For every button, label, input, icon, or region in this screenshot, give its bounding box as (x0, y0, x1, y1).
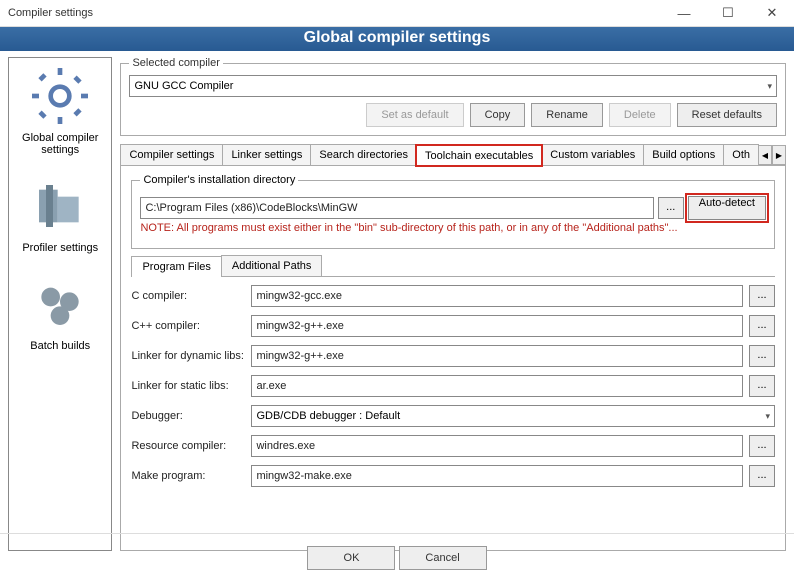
subtab-additional-paths[interactable]: Additional Paths (221, 255, 323, 276)
browse-button[interactable]: ... (658, 197, 684, 219)
tabs-scroll-right[interactable]: ▶ (772, 145, 786, 165)
program-input[interactable] (251, 285, 743, 307)
set-default-button: Set as default (366, 103, 463, 127)
selected-compiler-legend: Selected compiler (129, 57, 222, 69)
program-input[interactable] (251, 435, 743, 457)
browse-button[interactable]: ... (749, 315, 775, 337)
sub-tabs: Program Files Additional Paths (131, 255, 775, 277)
dialog-footer: OK Cancel (0, 533, 794, 582)
auto-detect-button[interactable]: Auto-detect (688, 196, 766, 220)
tab-toolchain-executables[interactable]: Toolchain executables (416, 145, 542, 166)
install-dir-input[interactable] (140, 197, 653, 219)
program-input[interactable] (251, 465, 743, 487)
toolchain-panel: Compiler's installation directory ... Au… (120, 166, 786, 551)
selected-compiler-group: Selected compiler GNU GCC Compiler ▾ Set… (120, 57, 786, 136)
browse-button[interactable]: ... (749, 285, 775, 307)
gear-icon (28, 64, 92, 128)
program-input[interactable] (251, 345, 743, 367)
tab-other[interactable]: Oth (723, 144, 759, 165)
program-input[interactable] (251, 375, 743, 397)
chevron-down-icon: ▾ (765, 411, 770, 422)
form-label: Debugger: (131, 410, 245, 422)
browse-button[interactable]: ... (749, 345, 775, 367)
tabs-scroll-left[interactable]: ◀ (758, 145, 772, 165)
tab-build-options[interactable]: Build options (643, 144, 724, 165)
program-files-form: C compiler:...C++ compiler:...Linker for… (131, 277, 775, 487)
titlebar: Compiler settings — ☐ ✕ (0, 0, 794, 27)
ok-button[interactable]: OK (307, 546, 395, 570)
chevron-down-icon: ▾ (767, 81, 772, 92)
tab-custom-variables[interactable]: Custom variables (541, 144, 644, 165)
form-row: Make program:... (131, 465, 775, 487)
close-button[interactable]: ✕ (750, 0, 794, 26)
rename-button[interactable]: Rename (531, 103, 603, 127)
delete-button: Delete (609, 103, 671, 127)
profiler-icon (28, 174, 92, 238)
form-label: C compiler: (131, 290, 245, 302)
browse-button[interactable]: ... (749, 375, 775, 397)
main-tabs: Compiler settings Linker settings Search… (120, 144, 786, 166)
form-label: Make program: (131, 470, 245, 482)
sidebar-item-label: Batch builds (28, 340, 92, 352)
form-row: Linker for static libs:... (131, 375, 775, 397)
window-controls: — ☐ ✕ (662, 0, 794, 26)
install-dir-legend: Compiler's installation directory (140, 174, 298, 186)
browse-button[interactable]: ... (749, 435, 775, 457)
subtab-program-files[interactable]: Program Files (131, 256, 221, 277)
sidebar-item-global-compiler[interactable]: Global compiler settings (11, 64, 109, 156)
install-dir-group: Compiler's installation directory ... Au… (131, 174, 775, 249)
form-label: Resource compiler: (131, 440, 245, 452)
debugger-select[interactable]: GDB/CDB debugger : Default ▾ (251, 405, 775, 427)
copy-button[interactable]: Copy (470, 103, 526, 127)
tab-compiler-settings[interactable]: Compiler settings (120, 144, 223, 165)
sidebar-item-label: Global compiler settings (11, 132, 109, 156)
sidebar-item-label: Profiler settings (22, 242, 98, 254)
sidebar-item-batch[interactable]: Batch builds (28, 272, 92, 352)
minimize-button[interactable]: — (662, 0, 706, 26)
form-row: Linker for dynamic libs:... (131, 345, 775, 367)
form-label: Linker for static libs: (131, 380, 245, 392)
form-row: C compiler:... (131, 285, 775, 307)
sidebar-item-profiler[interactable]: Profiler settings (22, 174, 98, 254)
cancel-button[interactable]: Cancel (399, 546, 487, 570)
tab-linker-settings[interactable]: Linker settings (222, 144, 311, 165)
compiler-select-value: GNU GCC Compiler (134, 80, 233, 92)
maximize-button[interactable]: ☐ (706, 0, 750, 26)
compiler-select[interactable]: GNU GCC Compiler ▾ (129, 75, 777, 97)
install-dir-note: NOTE: All programs must exist either in … (140, 222, 766, 234)
program-input[interactable] (251, 315, 743, 337)
form-row: Debugger: GDB/CDB debugger : Default ▾ (131, 405, 775, 427)
main-panel: Selected compiler GNU GCC Compiler ▾ Set… (120, 57, 786, 551)
batch-icon (28, 272, 92, 336)
debugger-select-value: GDB/CDB debugger : Default (256, 410, 400, 422)
page-title: Global compiler settings (0, 27, 794, 51)
form-label: Linker for dynamic libs: (131, 350, 245, 362)
compiler-button-row: Set as default Copy Rename Delete Reset … (129, 103, 777, 127)
browse-button[interactable]: ... (749, 465, 775, 487)
tab-search-directories[interactable]: Search directories (310, 144, 417, 165)
reset-defaults-button[interactable]: Reset defaults (677, 103, 777, 127)
sidebar: Global compiler settings Profiler settin… (8, 57, 112, 551)
window-title: Compiler settings (8, 7, 662, 19)
form-label: C++ compiler: (131, 320, 245, 332)
form-row: Resource compiler:... (131, 435, 775, 457)
form-row: C++ compiler:... (131, 315, 775, 337)
